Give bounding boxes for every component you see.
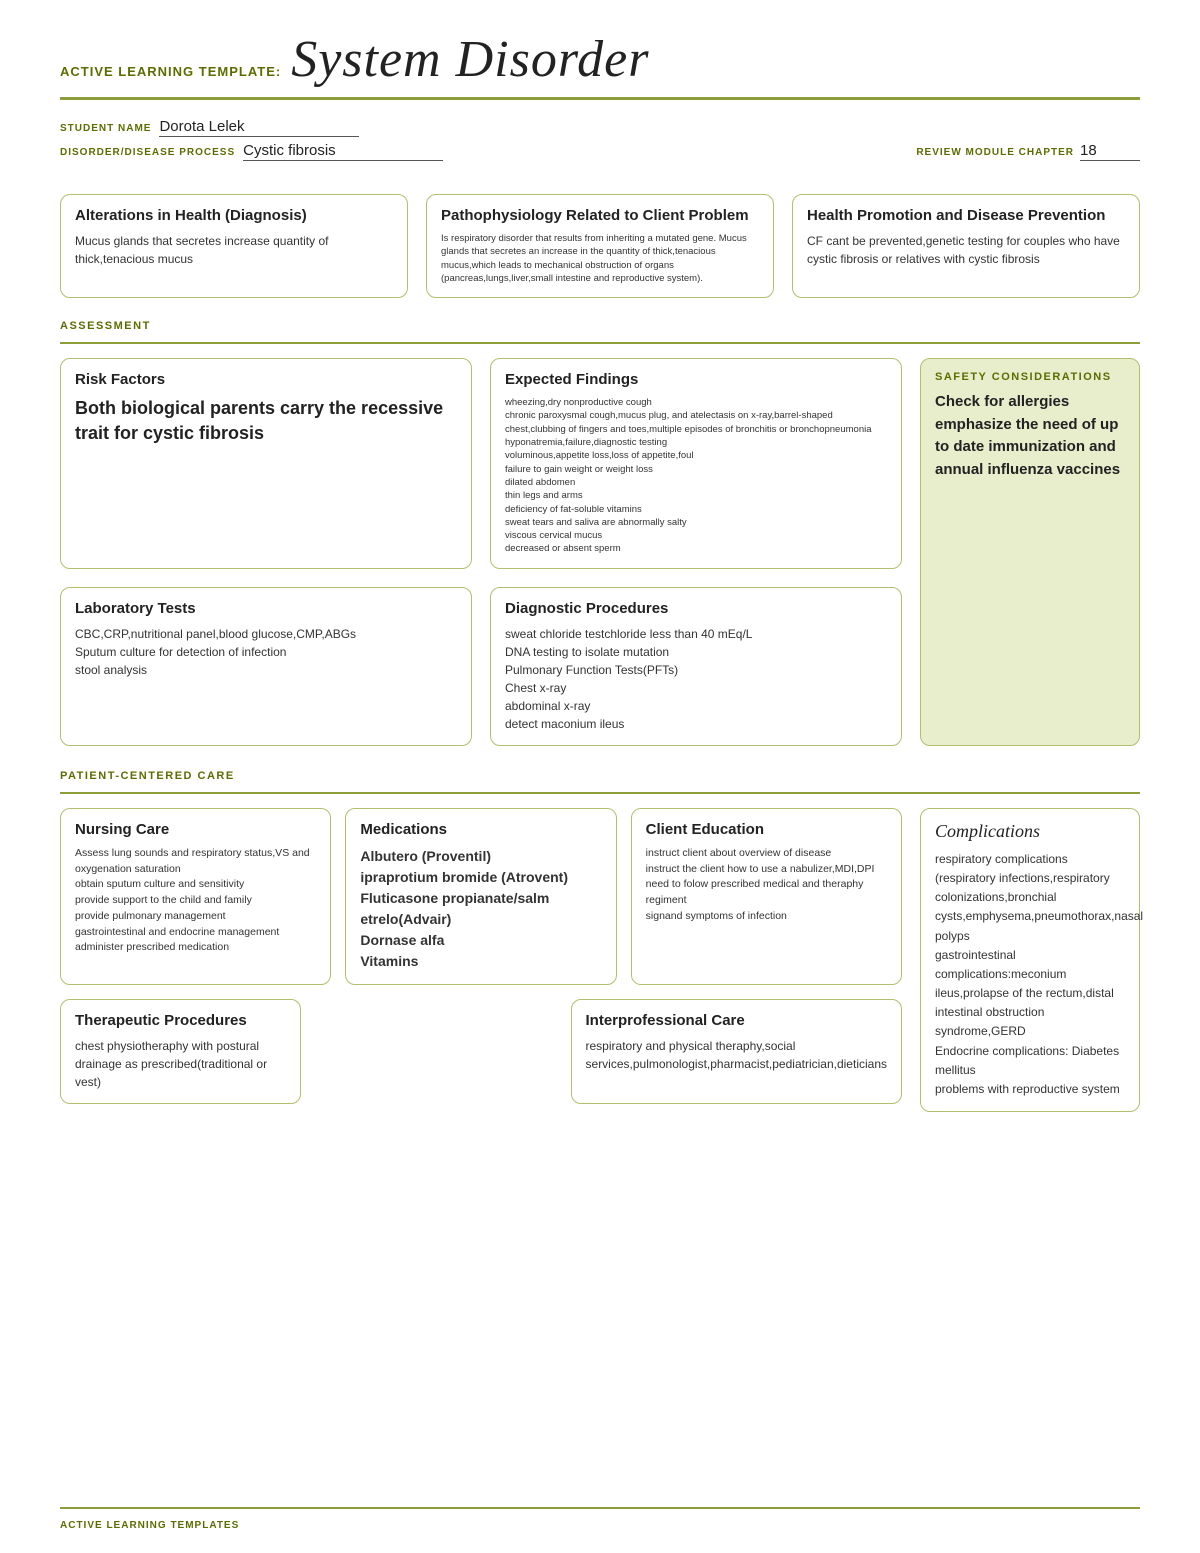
- medications-title: Medications: [360, 821, 601, 838]
- interprofessional-card: Interprofessional Care respiratory and p…: [571, 999, 902, 1104]
- header-section: ACTIVE LEARNING TEMPLATE: System Disorde…: [60, 30, 1140, 100]
- expected-findings-title: Expected Findings: [505, 371, 887, 388]
- medications-body: Albutero (Proventil) ipraprotium bromide…: [360, 846, 601, 972]
- alterations-title: Alterations in Health (Diagnosis): [75, 207, 393, 224]
- assessment-section: Risk Factors Both biological parents car…: [60, 358, 1140, 746]
- student-row: STUDENT NAME Dorota Lelek: [60, 118, 1140, 142]
- assessment-label: ASSESSMENT: [60, 320, 1140, 332]
- pcc-empty-cell: [315, 999, 556, 1104]
- header-title: System Disorder: [291, 30, 649, 89]
- health-promotion-title: Health Promotion and Disease Prevention: [807, 207, 1125, 224]
- student-info: STUDENT NAME Dorota Lelek DISORDER/DISEA…: [60, 118, 1140, 166]
- name-row: STUDENT NAME Dorota Lelek: [60, 118, 359, 137]
- assessment-divider: [60, 342, 1140, 344]
- alterations-card: Alterations in Health (Diagnosis) Mucus …: [60, 194, 408, 298]
- nursing-care-body: Assess lung sounds and respiratory statu…: [75, 846, 316, 956]
- therapeutic-title: Therapeutic Procedures: [75, 1012, 286, 1029]
- lab-tests-body: CBC,CRP,nutritional panel,blood glucose,…: [75, 625, 457, 679]
- page-container: ACTIVE LEARNING TEMPLATE: System Disorde…: [0, 0, 1200, 1553]
- review-label: REVIEW MODULE CHAPTER: [916, 147, 1074, 158]
- name-label: STUDENT NAME: [60, 123, 151, 134]
- client-education-card: Client Education instruct client about o…: [631, 808, 902, 985]
- interprofessional-title: Interprofessional Care: [586, 1012, 887, 1029]
- complications-body: respiratory complications (respiratory i…: [935, 850, 1125, 1099]
- disorder-label: DISORDER/DISEASE PROCESS: [60, 147, 235, 158]
- interprofessional-body: respiratory and physical theraphy,social…: [586, 1037, 887, 1073]
- nursing-care-title: Nursing Care: [75, 821, 316, 838]
- pathophysiology-body: Is respiratory disorder that results fro…: [441, 232, 759, 285]
- review-row: REVIEW MODULE CHAPTER 18: [916, 142, 1140, 161]
- name-value: Dorota Lelek: [159, 118, 359, 137]
- lab-tests-title: Laboratory Tests: [75, 600, 457, 617]
- pcc-label: PATIENT-CENTERED CARE: [60, 770, 1140, 782]
- complications-section: Complications respiratory complications …: [920, 808, 1140, 1112]
- header-label: ACTIVE LEARNING TEMPLATE:: [60, 64, 281, 79]
- safety-section: SAFETY CONSIDERATIONS Check for allergie…: [920, 358, 1140, 746]
- pcc-top-grid: Nursing Care Assess lung sounds and resp…: [60, 808, 902, 985]
- safety-card: SAFETY CONSIDERATIONS Check for allergie…: [920, 358, 1140, 746]
- health-promotion-card: Health Promotion and Disease Prevention …: [792, 194, 1140, 298]
- pathophysiology-title: Pathophysiology Related to Client Proble…: [441, 207, 759, 224]
- footer: ACTIVE LEARNING TEMPLATES: [60, 1507, 1140, 1533]
- assessment-row-2: Laboratory Tests CBC,CRP,nutritional pan…: [60, 587, 902, 746]
- complications-title: Complications: [935, 821, 1125, 842]
- disorder-info-row: DISORDER/DISEASE PROCESS Cystic fibrosis: [60, 142, 443, 161]
- nursing-care-card: Nursing Care Assess lung sounds and resp…: [60, 808, 331, 985]
- safety-title: SAFETY CONSIDERATIONS: [935, 371, 1125, 383]
- therapeutic-body: chest physiotheraphy with postural drain…: [75, 1037, 286, 1091]
- pcc-divider: [60, 792, 1140, 794]
- assessment-main: Risk Factors Both biological parents car…: [60, 358, 902, 746]
- risk-factors-body: Both biological parents carry the recess…: [75, 396, 457, 446]
- pcc-main: Nursing Care Assess lung sounds and resp…: [60, 808, 902, 1112]
- disorder-value: Cystic fibrosis: [243, 142, 443, 161]
- therapeutic-card: Therapeutic Procedures chest physiothera…: [60, 999, 301, 1104]
- client-education-body: instruct client about overview of diseas…: [646, 846, 887, 925]
- risk-factors-title: Risk Factors: [75, 371, 457, 388]
- pcc-bottom-grid: Therapeutic Procedures chest physiothera…: [60, 999, 902, 1104]
- diagnostic-card: Diagnostic Procedures sweat chloride tes…: [490, 587, 902, 746]
- review-value: 18: [1080, 142, 1140, 161]
- footer-text: ACTIVE LEARNING TEMPLATES: [60, 1520, 239, 1531]
- safety-body: Check for allergies emphasize the need o…: [935, 391, 1125, 481]
- risk-factors-card: Risk Factors Both biological parents car…: [60, 358, 472, 569]
- health-promotion-body: CF cant be prevented,genetic testing for…: [807, 232, 1125, 268]
- diagnostic-body: sweat chloride testchloride less than 40…: [505, 625, 887, 733]
- lab-tests-card: Laboratory Tests CBC,CRP,nutritional pan…: [60, 587, 472, 746]
- disorder-row: DISORDER/DISEASE PROCESS Cystic fibrosis…: [60, 142, 1140, 166]
- diagnostic-title: Diagnostic Procedures: [505, 600, 887, 617]
- pcc-section: Nursing Care Assess lung sounds and resp…: [60, 808, 1140, 1112]
- assessment-row-1: Risk Factors Both biological parents car…: [60, 358, 902, 569]
- expected-findings-card: Expected Findings wheezing,dry nonproduc…: [490, 358, 902, 569]
- medications-card: Medications Albutero (Proventil) iprapro…: [345, 808, 616, 985]
- pathophysiology-card: Pathophysiology Related to Client Proble…: [426, 194, 774, 298]
- client-education-title: Client Education: [646, 821, 887, 838]
- complications-card: Complications respiratory complications …: [920, 808, 1140, 1112]
- top-grid: Alterations in Health (Diagnosis) Mucus …: [60, 194, 1140, 298]
- expected-findings-body: wheezing,dry nonproductive cough chronic…: [505, 396, 887, 556]
- alterations-body: Mucus glands that secretes increase quan…: [75, 232, 393, 268]
